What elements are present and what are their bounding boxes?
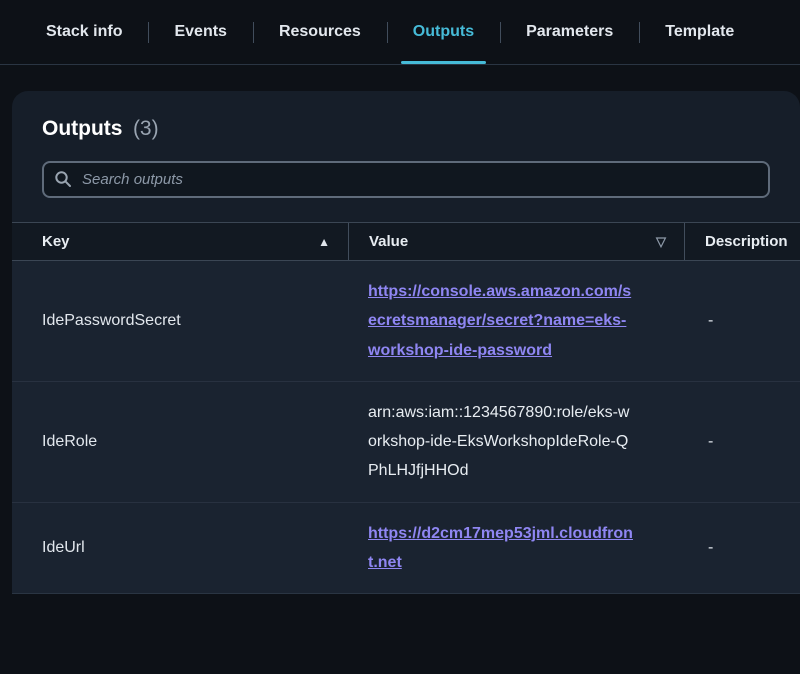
column-header-value[interactable]: Value ▽: [348, 223, 684, 260]
sort-ascending-icon: ▲: [318, 235, 330, 249]
sort-inactive-icon: ▽: [656, 234, 666, 250]
column-header-key[interactable]: Key ▲: [12, 223, 348, 260]
output-value-cell: https://console.aws.amazon.com/secretsma…: [348, 261, 684, 381]
column-label-description: Description: [705, 233, 788, 250]
outputs-panel: Outputs (3) Key ▲ Value ▽ Description Id…: [12, 91, 800, 594]
page-title: Outputs: [42, 117, 122, 140]
output-value-cell: arn:aws:iam::1234567890:role/eks-worksho…: [348, 382, 684, 502]
search-input[interactable]: [42, 161, 770, 198]
column-label-key: Key: [42, 233, 70, 250]
output-value-text: arn:aws:iam::1234567890:role/eks-worksho…: [368, 398, 633, 486]
table-row: IdeRole arn:aws:iam::1234567890:role/eks…: [12, 382, 800, 503]
output-description: -: [684, 296, 800, 346]
output-description: -: [684, 417, 800, 467]
output-key: IdeUrl: [12, 523, 348, 573]
tab-resources[interactable]: Resources: [253, 0, 387, 64]
outputs-count-badge: (3): [133, 117, 159, 140]
output-value-link[interactable]: https://console.aws.amazon.com/secretsma…: [368, 277, 633, 365]
column-label-value: Value: [369, 233, 408, 250]
tab-stack-info[interactable]: Stack info: [20, 0, 148, 64]
output-key: IdePasswordSecret: [12, 296, 348, 346]
output-description: -: [684, 523, 800, 573]
tab-parameters[interactable]: Parameters: [500, 0, 639, 64]
search-container: [42, 161, 770, 198]
table-row: IdeUrl https://d2cm17mep53jml.cloudfront…: [12, 503, 800, 594]
tab-template[interactable]: Template: [639, 0, 760, 64]
tab-outputs[interactable]: Outputs: [387, 0, 500, 64]
column-header-description[interactable]: Description: [684, 223, 800, 260]
output-value-link[interactable]: https://d2cm17mep53jml.cloudfront.net: [368, 519, 633, 578]
table-row: IdePasswordSecret https://console.aws.am…: [12, 261, 800, 382]
output-key: IdeRole: [12, 417, 348, 467]
table-header-row: Key ▲ Value ▽ Description: [12, 222, 800, 261]
stack-detail-tabs: Stack info Events Resources Outputs Para…: [0, 0, 800, 65]
output-value-cell: https://d2cm17mep53jml.cloudfront.net: [348, 503, 684, 594]
tab-events[interactable]: Events: [148, 0, 252, 64]
outputs-panel-header: Outputs (3): [12, 91, 800, 141]
